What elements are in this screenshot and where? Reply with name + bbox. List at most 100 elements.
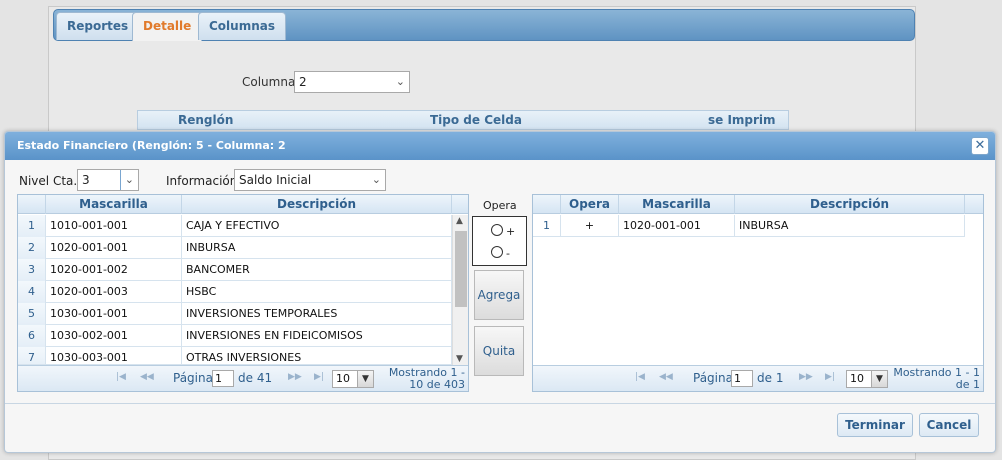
first-page-icon[interactable]: |◀: [635, 372, 645, 382]
page-size-value: 10: [336, 372, 350, 385]
add-button[interactable]: Agrega: [474, 270, 524, 320]
row-number: 3: [18, 259, 46, 281]
row-number: 4: [18, 281, 46, 303]
row-number: 6: [18, 325, 46, 347]
mascarilla-cell: 1030-003-001: [46, 347, 182, 364]
informacion-value: Saldo Inicial: [239, 173, 312, 187]
table-row[interactable]: 6 1030-002-001 INVERSIONES EN FIDEICOMIS…: [18, 325, 452, 347]
header-descripcion: Descripción: [182, 195, 452, 214]
columna-select-value: 2: [299, 75, 307, 89]
background-grid-header: Renglón Tipo de Celda se Imprim: [137, 110, 789, 130]
page-count: de 41: [238, 371, 273, 385]
mascarilla-cell: 1030-001-001: [46, 303, 182, 325]
table-row[interactable]: 1 1010-001-001 CAJA Y EFECTIVO: [18, 215, 452, 237]
prev-page-icon[interactable]: ◀◀: [140, 372, 154, 382]
header-rownum: [18, 195, 46, 214]
mascarilla-cell: 1010-001-001: [46, 215, 182, 237]
minus-radio[interactable]: [491, 246, 503, 258]
mascarilla-cell: 1020-001-001: [619, 215, 735, 237]
row-number: 1: [18, 215, 46, 237]
next-page-icon[interactable]: ▶▶: [799, 372, 813, 382]
header-renglon: Renglón: [178, 113, 234, 127]
row-number: 5: [18, 303, 46, 325]
table-row[interactable]: 7 1030-003-001 OTRAS INVERSIONES: [18, 347, 452, 365]
row-number: 7: [18, 347, 46, 364]
opera-radio-group: + -: [472, 216, 527, 266]
table-row[interactable]: 1 + 1020-001-001 INBURSA: [533, 215, 965, 237]
header-tipo-celda: Tipo de Celda: [430, 113, 522, 127]
columna-label: Columna: [242, 75, 296, 89]
tab-detalle[interactable]: Detalle: [132, 12, 203, 41]
row-number: 2: [18, 237, 46, 259]
selected-grid-header: Opera Mascarilla Descripción: [533, 195, 983, 214]
scroll-down-icon[interactable]: ▼: [456, 354, 463, 364]
minus-radio-label: -: [506, 247, 510, 260]
chevron-down-icon: ⌄: [371, 173, 381, 186]
informacion-label: Información: [166, 174, 238, 188]
page-label: Página: [693, 371, 733, 385]
descripcion-cell: BANCOMER: [182, 259, 452, 281]
header-rownum: [533, 195, 561, 214]
records-info-line2: 10 de 403: [409, 378, 465, 391]
records-info: Mostrando 1 - 10 de 403: [389, 367, 465, 391]
last-page-icon[interactable]: ▶|: [314, 372, 324, 382]
plus-radio-label: +: [506, 225, 516, 238]
row-number: 1: [533, 215, 561, 237]
accounts-grid-header: Mascarilla Descripción: [18, 195, 468, 214]
table-row[interactable]: 3 1020-001-002 BANCOMER: [18, 259, 452, 281]
accounts-pager: |◀ ◀◀ Página 1 de 41 ▶▶ ▶| 10 ▼ Mostrand…: [18, 365, 468, 391]
header-mascarilla: Mascarilla: [619, 195, 735, 214]
page-input[interactable]: 1: [212, 370, 234, 387]
header-descripcion: Descripción: [735, 195, 965, 214]
close-icon[interactable]: ✕: [971, 137, 989, 155]
tab-columnas[interactable]: Columnas: [198, 12, 286, 40]
finish-button[interactable]: Terminar: [837, 413, 913, 437]
next-page-icon[interactable]: ▶▶: [288, 372, 302, 382]
header-opera: Opera: [561, 195, 619, 214]
page-size-select[interactable]: 10 ▼: [332, 370, 374, 388]
records-info-line2: de 1: [955, 378, 980, 391]
descripcion-cell: CAJA Y EFECTIVO: [182, 215, 452, 237]
table-row[interactable]: 4 1020-001-003 HSBC: [18, 281, 452, 303]
page-count: de 1: [757, 371, 784, 385]
chevron-down-icon: ⌄: [119, 170, 134, 190]
cancel-button[interactable]: Cancel: [919, 413, 979, 437]
header-mascarilla: Mascarilla: [46, 195, 182, 214]
tab-reportes[interactable]: Reportes: [56, 12, 140, 40]
chevron-down-icon: ▼: [871, 371, 887, 387]
records-info: Mostrando 1 - 1 de 1: [893, 367, 980, 391]
page-size-value: 10: [850, 372, 864, 385]
columna-select[interactable]: 2 ⌄: [294, 71, 410, 93]
header-se-imprime: se Imprim: [708, 113, 776, 127]
descripcion-cell: OTRAS INVERSIONES: [182, 347, 452, 364]
descripcion-cell: INVERSIONES TEMPORALES: [182, 303, 452, 325]
page-label: Página: [173, 371, 213, 385]
remove-button[interactable]: Quita: [474, 326, 524, 376]
page-size-select[interactable]: 10 ▼: [846, 370, 888, 388]
last-page-icon[interactable]: ▶|: [825, 372, 835, 382]
opera-label: Opera: [483, 199, 517, 212]
scroll-up-icon[interactable]: ▲: [456, 216, 463, 226]
chevron-down-icon: ▼: [357, 371, 373, 387]
page-input[interactable]: 1: [731, 370, 753, 387]
prev-page-icon[interactable]: ◀◀: [659, 372, 673, 382]
table-row[interactable]: 5 1030-001-001 INVERSIONES TEMPORALES: [18, 303, 452, 325]
first-page-icon[interactable]: |◀: [116, 372, 126, 382]
accounts-grid: Mascarilla Descripción 1 1010-001-001 CA…: [17, 194, 469, 392]
descripcion-cell: INBURSA: [182, 237, 452, 259]
plus-radio[interactable]: [491, 224, 503, 236]
vertical-scrollbar[interactable]: ▲ ▼: [452, 215, 468, 365]
informacion-select[interactable]: Saldo Inicial ⌄: [234, 169, 386, 191]
descripcion-cell: HSBC: [182, 281, 452, 303]
nivel-cta-select[interactable]: 3 ⌄: [77, 169, 139, 191]
table-row[interactable]: 2 1020-001-001 INBURSA: [18, 237, 452, 259]
mascarilla-cell: 1020-001-002: [46, 259, 182, 281]
estado-financiero-dialog: Estado Financiero (Renglón: 5 - Columna:…: [4, 131, 996, 453]
descripcion-cell: INVERSIONES EN FIDEICOMISOS: [182, 325, 452, 347]
mascarilla-cell: 1030-002-001: [46, 325, 182, 347]
mascarilla-cell: 1020-001-003: [46, 281, 182, 303]
selected-grid: Opera Mascarilla Descripción 1 + 1020-00…: [532, 194, 984, 392]
descripcion-cell: INBURSA: [735, 215, 965, 237]
selected-pager: |◀ ◀◀ Página 1 de 1 ▶▶ ▶| 10 ▼ Mostrando…: [533, 365, 983, 391]
scrollbar-thumb[interactable]: [455, 231, 467, 307]
